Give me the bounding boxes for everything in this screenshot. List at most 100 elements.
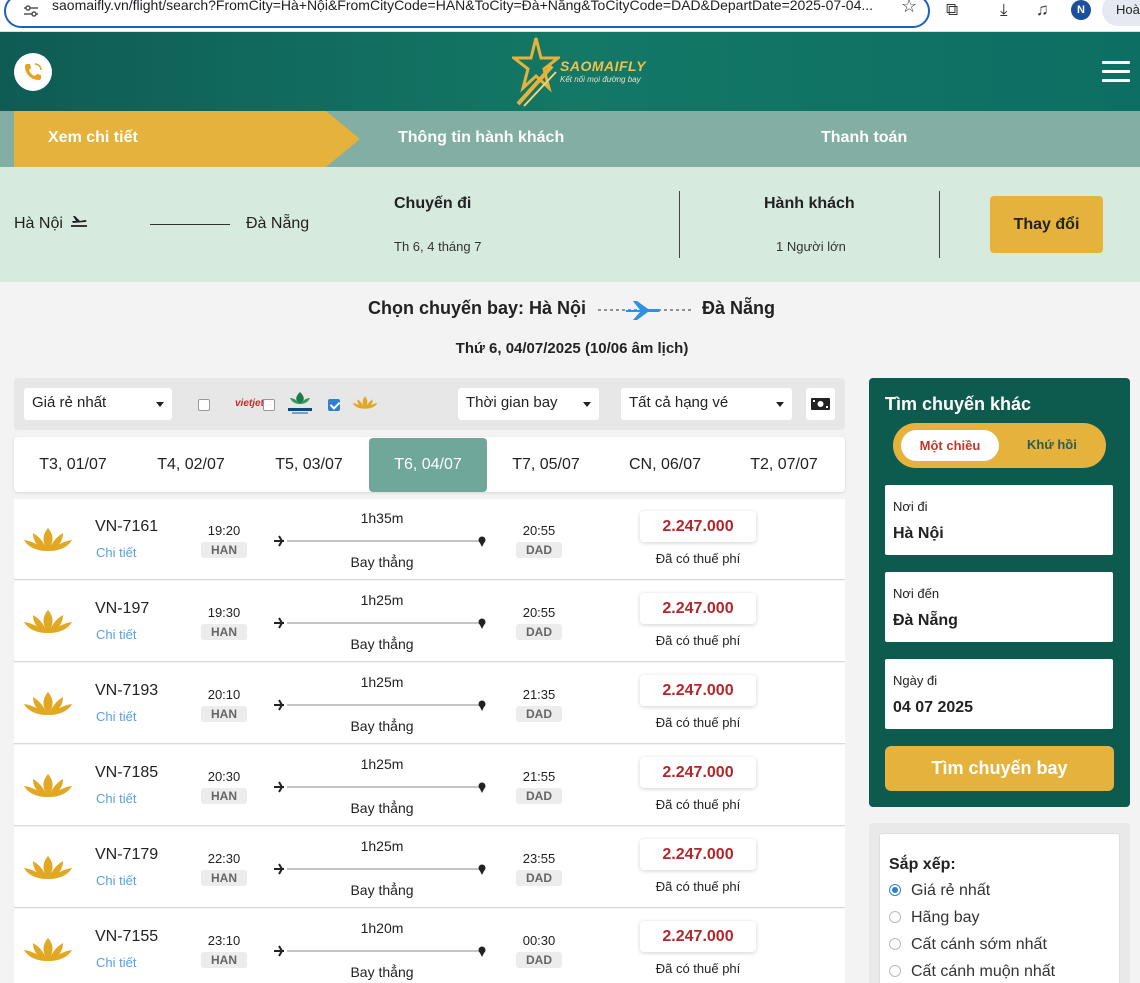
url-text[interactable]: saomaifly.vn/flight/search?FromCity=Hà+N… [52, 0, 892, 13]
flight-duration: 1h25m [360, 756, 404, 772]
choose-flight-destination: Đà Nẵng [702, 298, 776, 318]
flight-duration: 1h25m [360, 674, 404, 690]
flight-detail-link[interactable]: Chi tiết [96, 627, 136, 642]
price-toggle-button[interactable] [806, 388, 835, 420]
ticket-class-select[interactable]: Tất cả hạng vé [621, 388, 792, 420]
radio-icon[interactable] [889, 965, 901, 977]
phone-call-button[interactable] [14, 53, 52, 91]
date-tab-0107[interactable]: T3, 01/07 [14, 437, 132, 492]
flight-type: Bay thẳng [350, 882, 414, 898]
flight-price-button[interactable]: 2.247.000 [640, 757, 756, 788]
flight-detail-link[interactable]: Chi tiết [96, 955, 136, 970]
sort-select[interactable]: Giá rẻ nhất [24, 388, 172, 420]
sort-option-label: Cất cánh sớm nhất [911, 936, 1047, 953]
browser-toolbar: saomaifly.vn/flight/search?FromCity=Hà+N… [0, 0, 1140, 32]
radio-selected-icon[interactable] [889, 884, 901, 896]
passenger-count: 1 Người lớn [776, 239, 846, 254]
address-bar[interactable]: saomaifly.vn/flight/search?FromCity=Hà+N… [4, 0, 930, 28]
flight-detail-link[interactable]: Chi tiết [96, 545, 136, 560]
flight-price-button[interactable]: 2.247.000 [640, 839, 756, 870]
vietnam-airlines-checkbox[interactable] [328, 399, 340, 411]
tax-included-note: Đã có thuế phí [655, 797, 741, 812]
flight-track-icon [274, 863, 486, 875]
depart-date-value[interactable]: 04 07 2025 [893, 699, 973, 717]
flight-row[interactable]: VN-7193 Chi tiết 20:10 HAN 1h25m Bay thẳ… [14, 663, 845, 744]
bamboo-airways-logo [288, 392, 312, 414]
flight-price-button[interactable]: 2.247.000 [640, 593, 756, 624]
bookmark-star-icon[interactable]: ☆ [901, 0, 917, 17]
depart-time: 19:20 [207, 523, 241, 538]
saomaifly-logo[interactable]: SAOMAIFLY Kết nối mọi đường bay [512, 36, 652, 108]
tax-included-note: Đã có thuế phí [655, 715, 741, 730]
flight-row[interactable]: VN-7161 Chi tiết 19:20 HAN 1h35m Bay thẳ… [14, 499, 845, 580]
from-field-value[interactable]: Hà Nội [893, 525, 944, 543]
radio-icon[interactable] [889, 911, 901, 923]
search-flights-button[interactable]: Tìm chuyến bay [885, 746, 1114, 791]
depart-time: 22:30 [207, 851, 241, 866]
menu-hamburger-icon[interactable] [1102, 61, 1130, 83]
from-field[interactable]: Nơi đi Hà Nội [885, 485, 1113, 555]
tax-included-note: Đã có thuế phí [655, 879, 741, 894]
depart-date-field[interactable]: Ngày đi 04 07 2025 [885, 659, 1113, 729]
takeoff-plane-icon [71, 216, 87, 227]
date-tab-0507[interactable]: T7, 05/07 [487, 437, 605, 492]
flight-code: VN-7185 [95, 764, 159, 781]
to-field-value[interactable]: Đà Nẵng [893, 612, 958, 630]
route-line [150, 224, 230, 225]
step-view-details[interactable]: Xem chi tiết [48, 129, 138, 147]
bamboo-checkbox[interactable] [263, 399, 275, 411]
radio-icon[interactable] [889, 938, 901, 950]
tax-included-note: Đã có thuế phí [655, 633, 741, 648]
one-way-option[interactable]: Một chiều [901, 430, 999, 461]
date-tabs: T3, 01/07 T4, 02/07 T5, 03/07 T6, 04/07 … [14, 437, 845, 492]
profile-avatar[interactable]: N [1071, 0, 1091, 20]
to-field[interactable]: Nơi đến Đà Nẵng [885, 572, 1113, 642]
sort-option-cheapest[interactable]: Giá rẻ nhất [889, 882, 990, 900]
sort-option-latest[interactable]: Cất cánh muộn nhất [889, 963, 1055, 981]
flight-price-button[interactable]: 2.247.000 [640, 675, 756, 706]
flight-time-select[interactable]: Thời gian bay [458, 388, 599, 420]
change-search-button[interactable]: Thay đổi [990, 196, 1103, 253]
date-tab-0307[interactable]: T5, 03/07 [250, 437, 368, 492]
vietnam-airlines-lotus-icon [24, 938, 72, 961]
flight-track-icon [274, 781, 486, 793]
flight-detail-link[interactable]: Chi tiết [96, 791, 136, 806]
lotus-logo-icon [352, 396, 378, 409]
media-control-icon[interactable]: ♫ [1036, 0, 1049, 20]
site-settings-icon[interactable] [24, 5, 38, 17]
flight-row[interactable]: VN-7155 Chi tiết 23:10 HAN 1h20m Bay thẳ… [14, 909, 845, 983]
origin-code: HAN [201, 788, 247, 804]
flight-detail-link[interactable]: Chi tiết [96, 709, 136, 724]
trip-summary: Hà Nội Đà Nẵng Chuyến đi Th 6, 4 tháng 7… [0, 167, 1140, 282]
flight-detail-link[interactable]: Chi tiết [96, 873, 136, 888]
step-passenger-info[interactable]: Thông tin hành khách [398, 129, 564, 147]
flight-duration: 1h25m [360, 592, 404, 608]
profile-name[interactable]: Hoàn [1102, 0, 1140, 26]
sort-option-label: Hãng bay [911, 909, 980, 926]
date-tab-0407-active[interactable]: T6, 04/07 [369, 438, 487, 492]
arrive-time: 00:30 [522, 933, 556, 948]
sort-option-airline[interactable]: Hãng bay [889, 909, 980, 927]
vietnam-airlines-lotus-icon [24, 692, 72, 715]
date-tab-0707[interactable]: T2, 07/07 [725, 437, 843, 492]
date-tab-0207[interactable]: T4, 02/07 [132, 437, 250, 492]
flight-type: Bay thẳng [350, 554, 414, 570]
booking-steps: Xem chi tiết Thông tin hành khách Thanh … [0, 111, 1140, 167]
flight-row[interactable]: VN-197 Chi tiết 19:30 HAN 1h25m Bay thẳn… [14, 581, 845, 662]
flight-code: VN-197 [95, 600, 150, 617]
vietjet-checkbox[interactable] [198, 399, 210, 411]
round-trip-option[interactable]: Khứ hồi [1027, 437, 1077, 452]
chevron-down-icon [776, 402, 784, 407]
flight-row[interactable]: VN-7179 Chi tiết 22:30 HAN 1h25m Bay thẳ… [14, 827, 845, 908]
extensions-icon[interactable]: ⧉ [946, 0, 958, 20]
date-tab-0607[interactable]: CN, 06/07 [605, 437, 725, 492]
destination-code: DAD [516, 870, 562, 886]
step-payment[interactable]: Thanh toán [821, 129, 907, 147]
arrive-time: 21:35 [522, 687, 556, 702]
flight-row[interactable]: VN-7185 Chi tiết 20:30 HAN 1h25m Bay thẳ… [14, 745, 845, 826]
flight-list: VN-7161 Chi tiết 19:20 HAN 1h35m Bay thẳ… [14, 499, 845, 983]
download-icon[interactable]: ⤓ [1000, 0, 1008, 20]
sort-option-earliest[interactable]: Cất cánh sớm nhất [889, 936, 1047, 954]
flight-price-button[interactable]: 2.247.000 [640, 921, 756, 952]
flight-price-button[interactable]: 2.247.000 [640, 511, 756, 542]
